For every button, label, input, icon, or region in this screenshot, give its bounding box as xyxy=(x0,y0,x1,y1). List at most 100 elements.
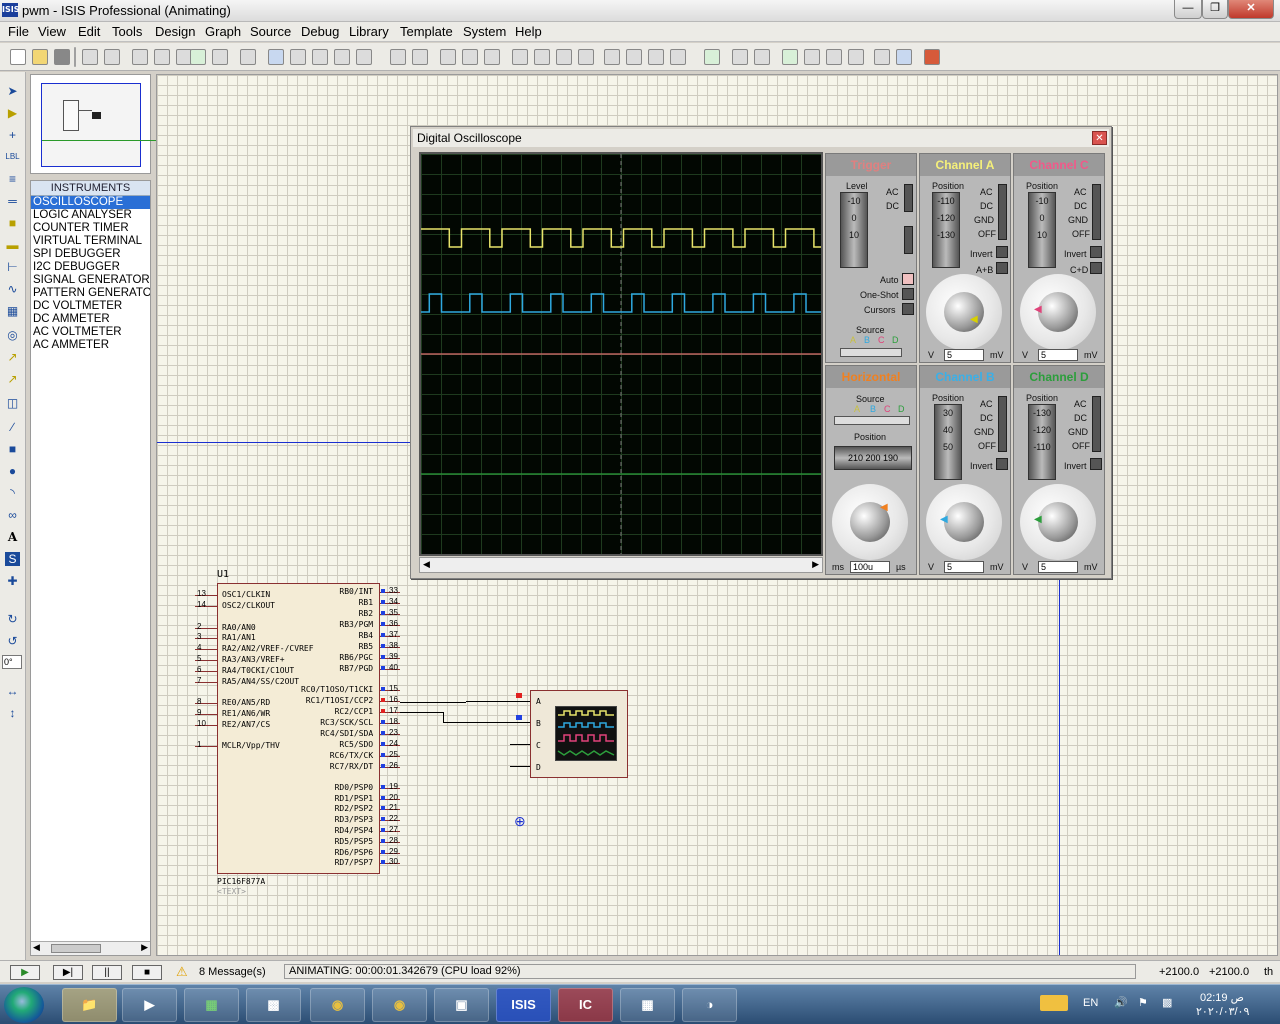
zoom-out-icon[interactable] xyxy=(312,49,328,65)
wire-label-icon[interactable]: LBL xyxy=(5,150,20,164)
mirror-x-icon[interactable]: ↔ xyxy=(5,684,20,698)
menu-template[interactable]: Template xyxy=(400,24,453,39)
instrument-dc-ammeter[interactable]: DC AMMETER xyxy=(31,313,150,326)
generator-mode-icon[interactable]: ◎ xyxy=(5,328,20,342)
media-player-taskbar-icon[interactable]: ▶ xyxy=(122,988,177,1022)
virtual-instruments-icon[interactable]: ◫ xyxy=(5,396,20,410)
network-taskbar-icon[interactable]: ▩ xyxy=(246,988,301,1022)
menu-source[interactable]: Source xyxy=(250,24,291,39)
new-file-icon[interactable] xyxy=(10,49,26,65)
instrument-signal-generator[interactable]: SIGNAL GENERATOR xyxy=(31,274,150,287)
horizontal-position-slider[interactable]: 210 200 190 xyxy=(834,446,912,470)
block-move-icon[interactable] xyxy=(534,49,550,65)
zoom-all-icon[interactable] xyxy=(334,49,350,65)
scroll-right-icon[interactable]: ▶ xyxy=(812,559,819,570)
instrument-logic-analyser[interactable]: LOGIC ANALYSER xyxy=(31,209,150,222)
exit-parent-icon[interactable] xyxy=(826,49,842,65)
channel-d-volts-knob[interactable]: ◀ xyxy=(1020,484,1096,560)
erc-icon[interactable] xyxy=(874,49,890,65)
channel-a-invert-button[interactable] xyxy=(996,246,1008,258)
oscilloscope-component[interactable]: A B C D xyxy=(530,690,628,778)
pick-device-icon[interactable] xyxy=(604,49,620,65)
menu-design[interactable]: Design xyxy=(155,24,195,39)
block-rotate-icon[interactable] xyxy=(556,49,572,65)
print-icon[interactable] xyxy=(132,49,148,65)
digital-oscilloscope-window[interactable]: Digital Oscilloscope ✕ ◀ ▶ Trigger Level… xyxy=(410,126,1112,579)
oscilloscope-scrollbar[interactable]: ◀ ▶ xyxy=(419,557,823,573)
redo-icon[interactable] xyxy=(412,49,428,65)
circle-tool-icon[interactable]: ● xyxy=(5,464,20,478)
channel-d-coupling-switch[interactable] xyxy=(1092,396,1101,452)
channel-d-position-slider[interactable]: -130 -120 -110 xyxy=(1028,404,1056,480)
pan-icon[interactable] xyxy=(268,49,284,65)
netlist-icon[interactable] xyxy=(896,49,912,65)
overview-window[interactable] xyxy=(30,74,161,174)
rotation-angle-field[interactable]: 0° xyxy=(2,655,22,669)
channel-a-combine-button[interactable] xyxy=(996,262,1008,274)
voltage-probe-icon[interactable]: ↗ xyxy=(5,350,20,364)
buses-icon[interactable]: ═ xyxy=(5,194,20,208)
channel-a-position-slider[interactable]: -110 -120 -130 xyxy=(932,192,960,268)
menu-edit[interactable]: Edit xyxy=(78,24,100,39)
scroll-left-icon[interactable]: ◀ xyxy=(423,559,430,570)
keyboard-icon[interactable] xyxy=(1040,995,1068,1011)
bill-of-materials-icon[interactable] xyxy=(848,49,864,65)
search-tag-icon[interactable] xyxy=(732,49,748,65)
trigger-oneshot-button[interactable] xyxy=(902,288,914,300)
remove-sheet-icon[interactable] xyxy=(804,49,820,65)
path-tool-icon[interactable]: ∞ xyxy=(5,508,20,522)
menu-tools[interactable]: Tools xyxy=(112,24,142,39)
horizontal-source-slider[interactable] xyxy=(834,416,910,425)
export-icon[interactable] xyxy=(104,49,120,65)
channel-a-coupling-switch[interactable] xyxy=(998,184,1007,240)
instrument-counter-timer[interactable]: COUNTER TIMER xyxy=(31,222,150,235)
grid-icon[interactable] xyxy=(212,49,228,65)
channel-b-invert-button[interactable] xyxy=(996,458,1008,470)
trigger-edge-switch[interactable] xyxy=(904,226,913,254)
open-file-icon[interactable] xyxy=(32,49,48,65)
component-mode-icon[interactable]: ▶ xyxy=(5,106,20,120)
save-file-icon[interactable] xyxy=(54,49,70,65)
instruments-scrollbar[interactable]: ◀ ▶ xyxy=(31,941,150,955)
play-button[interactable]: ▶ xyxy=(10,965,40,980)
menu-view[interactable]: View xyxy=(38,24,66,39)
channel-c-combine-button[interactable] xyxy=(1090,262,1102,274)
pause-button[interactable]: || xyxy=(92,965,122,980)
marker-tool-icon[interactable]: ✚ xyxy=(5,574,20,588)
arc-tool-icon[interactable]: ◝ xyxy=(5,486,20,500)
oscilloscope-close-button[interactable]: ✕ xyxy=(1092,131,1107,145)
device-pins-icon[interactable]: ⊢ xyxy=(5,260,20,274)
chrome-taskbar-icon[interactable]: ◉ xyxy=(310,988,365,1022)
explorer-taskbar-icon[interactable]: 📁 xyxy=(62,988,117,1022)
isis-taskbar-icon[interactable]: ISIS xyxy=(496,988,551,1022)
instrument-pattern-generator[interactable]: PATTERN GENERATOR xyxy=(31,287,150,300)
terminals-icon[interactable]: ▬ xyxy=(5,238,20,252)
channel-b-volts-knob[interactable]: ◀ xyxy=(926,484,1002,560)
instrument-spi-debugger[interactable]: SPI DEBUGGER xyxy=(31,248,150,261)
trigger-level-slider[interactable]: -10 0 10 xyxy=(840,192,868,268)
volume-icon[interactable]: 🔊 xyxy=(1114,996,1128,1009)
stop-button[interactable]: ■ xyxy=(132,965,162,980)
trigger-auto-button[interactable] xyxy=(902,273,914,285)
action-center-icon[interactable]: ⚑ xyxy=(1138,996,1148,1009)
channel-c-value[interactable]: 5 xyxy=(1038,349,1078,361)
channel-c-volts-knob[interactable]: ◀ xyxy=(1020,274,1096,350)
refresh-icon[interactable] xyxy=(190,49,206,65)
scroll-left-icon[interactable]: ◀ xyxy=(33,942,40,953)
line-tool-icon[interactable]: ∕ xyxy=(5,420,20,434)
make-device-icon[interactable] xyxy=(626,49,642,65)
channel-b-value[interactable]: 5 xyxy=(944,561,984,573)
menu-debug[interactable]: Debug xyxy=(301,24,339,39)
origin-icon[interactable] xyxy=(240,49,256,65)
coordinate-units[interactable]: th xyxy=(1264,966,1273,978)
undo-icon[interactable] xyxy=(390,49,406,65)
property-tool-icon[interactable] xyxy=(754,49,770,65)
chrome-second-taskbar-icon[interactable]: ◉ xyxy=(372,988,427,1022)
trigger-cursors-button[interactable] xyxy=(902,303,914,315)
instrument-ac-ammeter[interactable]: AC AMMETER xyxy=(31,339,150,352)
channel-d-invert-button[interactable] xyxy=(1090,458,1102,470)
paint-taskbar-icon[interactable]: ◑ xyxy=(682,988,737,1022)
set-area-icon[interactable] xyxy=(154,49,170,65)
new-sheet-icon[interactable] xyxy=(782,49,798,65)
menu-library[interactable]: Library xyxy=(349,24,389,39)
